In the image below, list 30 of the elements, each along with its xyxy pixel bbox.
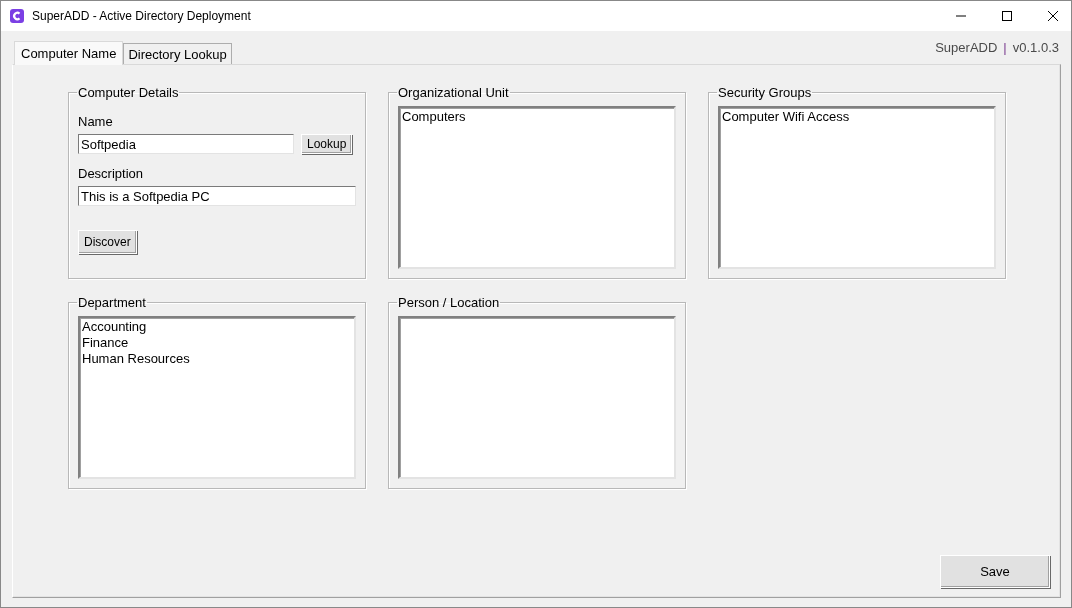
app-icon [10, 9, 24, 23]
version-label: v0.1.0.3 [1012, 40, 1059, 55]
separator: | [1003, 40, 1007, 55]
group-title: Department [77, 295, 147, 310]
app-name: SuperADD [935, 40, 998, 55]
lookup-button[interactable]: Lookup [301, 134, 353, 154]
save-button[interactable]: Save [940, 555, 1050, 588]
list-box[interactable]: Computers [398, 106, 676, 269]
group-title: Computer Details [77, 85, 180, 100]
group-title: Organizational Unit [397, 85, 510, 100]
list-box[interactable] [398, 316, 676, 479]
list-item[interactable]: Computer Wifi Access [722, 109, 992, 125]
group-title: Security Groups [717, 85, 813, 100]
name-field[interactable]: Softpedia [78, 134, 294, 154]
tab[interactable]: Computer Name [14, 41, 124, 65]
description-field[interactable]: This is a Softpedia PC [78, 186, 356, 206]
list-item[interactable]: Accounting [82, 319, 352, 335]
close-icon[interactable] [1047, 10, 1059, 22]
group-title: Person / Location [397, 295, 501, 310]
discover-button[interactable]: Discover [78, 230, 137, 254]
tab[interactable]: Directory Lookup [123, 43, 232, 64]
maximize-icon[interactable] [1001, 10, 1013, 22]
window-title: SuperADD - Active Directory Deployment [32, 9, 251, 23]
list-item[interactable]: Human Resources [82, 351, 352, 367]
list-item[interactable]: Finance [82, 335, 352, 351]
list-box[interactable]: Accounting Finance Human Resources [78, 316, 356, 479]
list-item[interactable]: Computers [402, 109, 672, 125]
field-label: Description [78, 166, 145, 181]
list-box[interactable]: Computer Wifi Access [718, 106, 996, 269]
field-label: Name [78, 114, 114, 129]
